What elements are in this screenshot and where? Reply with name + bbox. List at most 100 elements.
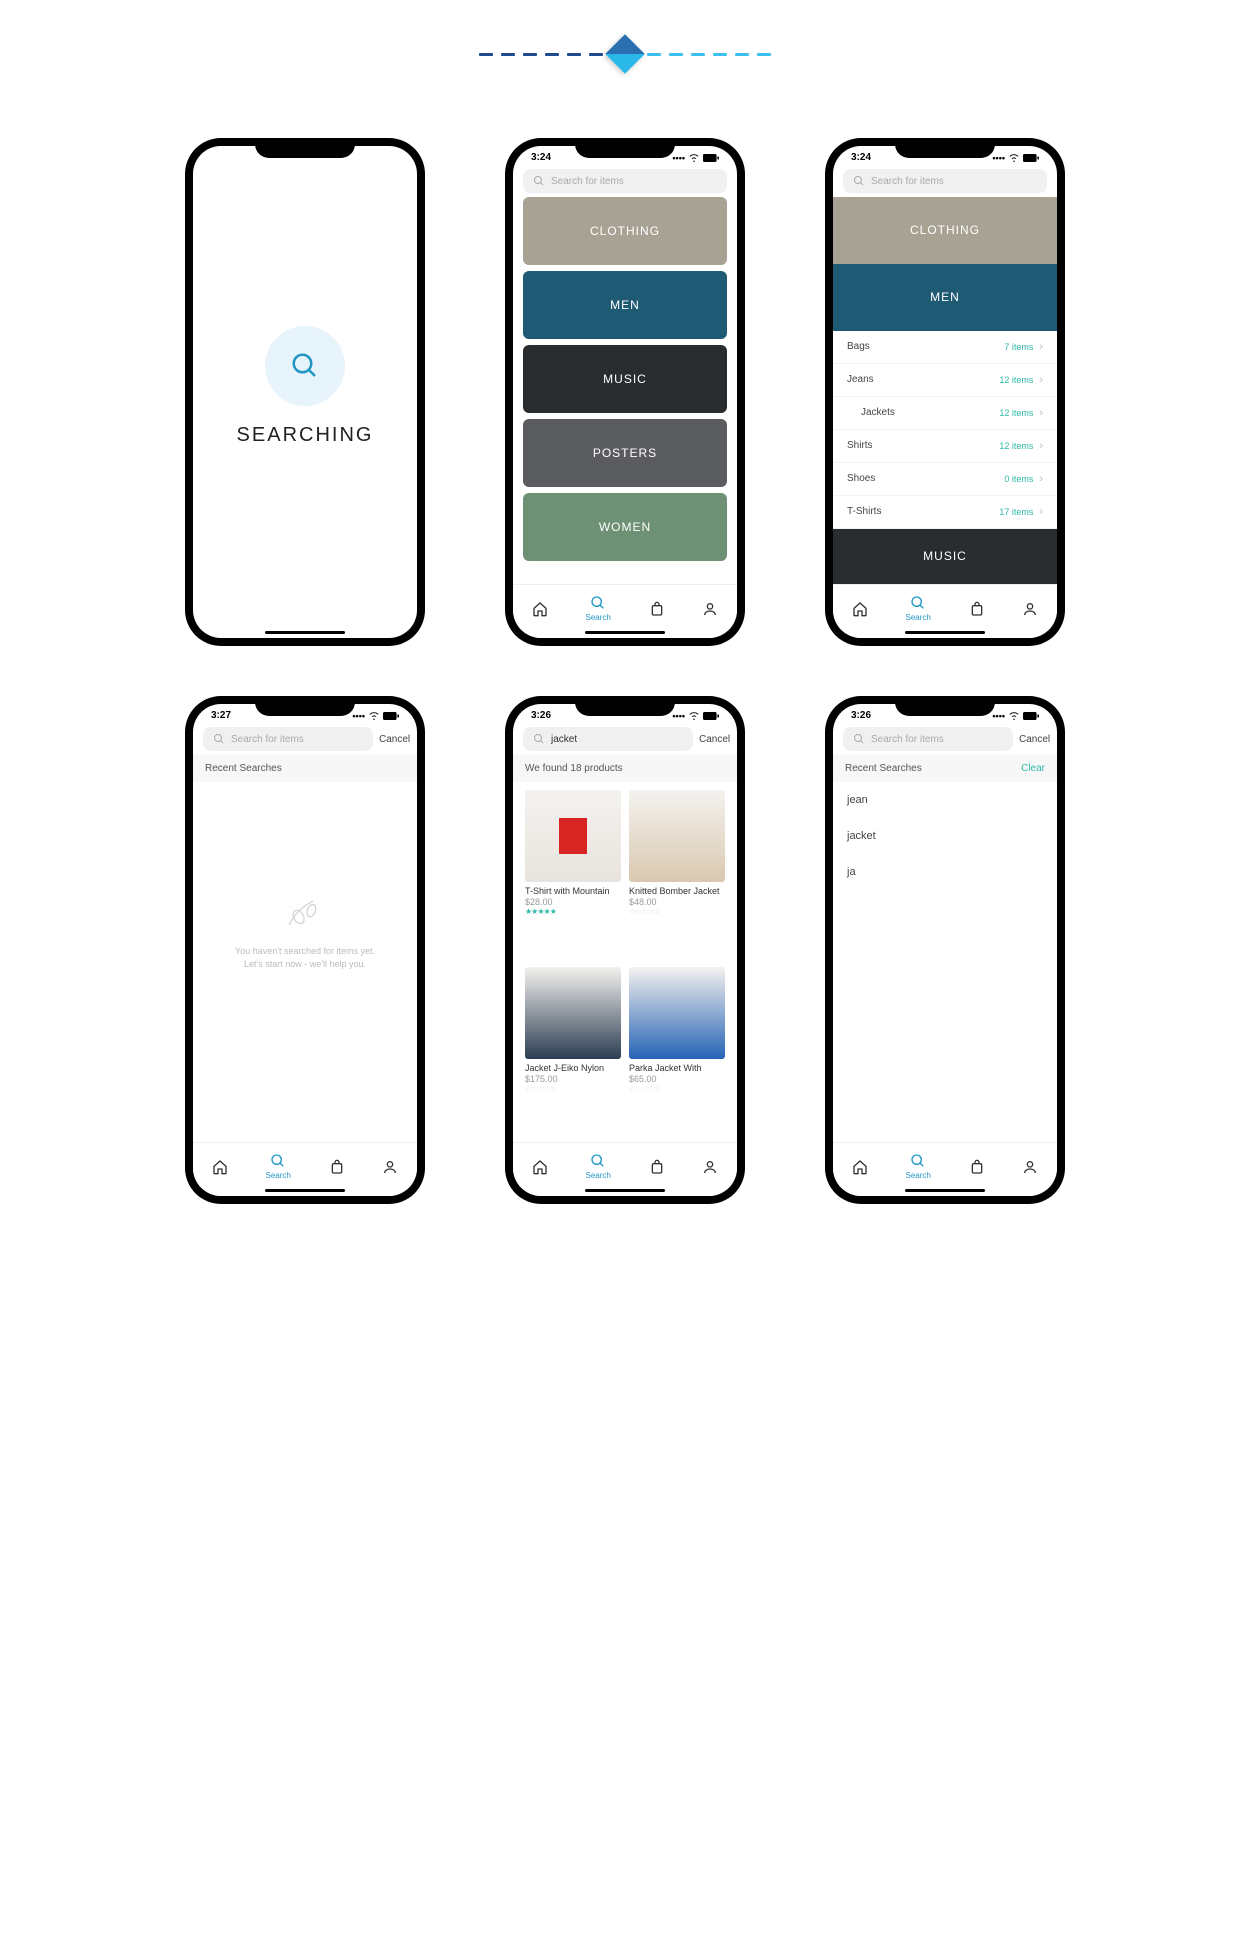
search-icon	[533, 733, 545, 745]
subcat-shoes[interactable]: Shoes0 items›	[833, 463, 1057, 496]
status-icons: ••••	[672, 153, 719, 163]
subcat-jeans[interactable]: Jeans12 items›	[833, 364, 1057, 397]
phone-categories: 3:24 •••• CLOTHINGMENMUSICPOSTERSWOMEN S…	[505, 138, 745, 646]
phone-recent-filled: 3:26 •••• Cancel Recent Searches Clear j…	[825, 696, 1065, 1204]
leaf-icon	[280, 893, 330, 933]
product-card[interactable]: Knitted Bomber Jacket$48.00☆☆☆☆☆	[629, 790, 725, 957]
empty-line1: You haven't searched for items yet.	[235, 945, 375, 958]
category-men[interactable]: MEN	[523, 271, 727, 339]
status-time: 3:26	[531, 710, 551, 721]
search-icon	[910, 1153, 926, 1169]
tab-profile[interactable]	[382, 1159, 398, 1175]
tab-label: Search	[585, 1171, 610, 1180]
home-icon	[852, 601, 868, 617]
search-input[interactable]	[523, 727, 693, 751]
bag-icon	[969, 1159, 985, 1175]
search-field[interactable]	[231, 734, 363, 745]
battery-icon	[703, 712, 719, 720]
status-bar: 3:26 ••••	[833, 704, 1057, 723]
tab-profile[interactable]	[1022, 1159, 1038, 1175]
tab-home[interactable]	[852, 1159, 868, 1175]
subcat-jackets[interactable]: Jackets12 items›	[833, 397, 1057, 430]
recent-title: Recent Searches	[845, 763, 922, 774]
tab-bag[interactable]	[969, 601, 985, 617]
search-hero-icon	[265, 326, 345, 406]
tab-search[interactable]: Search	[585, 1153, 610, 1180]
tab-bag[interactable]	[649, 1159, 665, 1175]
search-input[interactable]	[843, 727, 1013, 751]
user-icon	[382, 1159, 398, 1175]
recent-item[interactable]: jean	[833, 782, 1057, 818]
tab-search[interactable]: Search	[905, 595, 930, 622]
user-icon	[702, 601, 718, 617]
category-music[interactable]: MUSIC	[833, 529, 1057, 584]
wifi-icon	[1008, 711, 1020, 720]
tab-profile[interactable]	[1022, 601, 1038, 617]
product-card[interactable]: Parka Jacket With$65.00☆☆☆☆☆	[629, 967, 725, 1134]
search-field[interactable]	[551, 176, 717, 187]
search-field[interactable]	[871, 734, 1003, 745]
tab-home[interactable]	[212, 1159, 228, 1175]
status-bar: 3:24 ••••	[513, 146, 737, 165]
product-card[interactable]: Jacket J-Eiko Nylon$175.00☆☆☆☆☆	[525, 967, 621, 1134]
tab-search[interactable]: Search	[585, 595, 610, 622]
phone-searching: SEARCHING	[185, 138, 425, 646]
subcat-bags[interactable]: Bags7 items›	[833, 331, 1057, 364]
recent-header: Recent Searches Clear	[833, 755, 1057, 782]
search-icon	[853, 175, 865, 187]
section-divider	[25, 0, 1225, 138]
search-icon	[270, 1153, 286, 1169]
tab-home[interactable]	[852, 601, 868, 617]
search-input[interactable]	[523, 169, 727, 193]
wifi-icon	[1008, 153, 1020, 162]
home-icon	[212, 1159, 228, 1175]
searching-title: SEARCHING	[193, 424, 417, 447]
empty-line2: Let's start now - we'll help you.	[235, 958, 375, 971]
tab-home[interactable]	[532, 601, 548, 617]
tab-search[interactable]: Search	[905, 1153, 930, 1180]
tab-bag[interactable]	[969, 1159, 985, 1175]
tab-profile[interactable]	[702, 1159, 718, 1175]
cancel-button[interactable]: Cancel	[379, 734, 410, 745]
recent-item[interactable]: ja	[833, 854, 1057, 890]
subcat-shirts[interactable]: Shirts12 items›	[833, 430, 1057, 463]
category-music[interactable]: MUSIC	[523, 345, 727, 413]
phone-search-results: 3:26 •••• Cancel We found 18 products T-…	[505, 696, 745, 1204]
category-posters[interactable]: POSTERS	[523, 419, 727, 487]
product-card[interactable]: T-Shirt with Mountain$28.00★★★★★	[525, 790, 621, 957]
home-icon	[532, 601, 548, 617]
status-time: 3:24	[531, 152, 551, 163]
cancel-button[interactable]: Cancel	[699, 734, 730, 745]
search-input[interactable]	[203, 727, 373, 751]
cancel-button[interactable]: Cancel	[1019, 734, 1050, 745]
search-field[interactable]	[871, 176, 1037, 187]
recent-title: Recent Searches	[205, 763, 282, 774]
category-clothing[interactable]: CLOTHING	[833, 197, 1057, 264]
tab-bag[interactable]	[649, 601, 665, 617]
signal-icon: ••••	[992, 153, 1005, 163]
home-icon	[532, 1159, 548, 1175]
category-clothing[interactable]: CLOTHING	[523, 197, 727, 265]
tab-search[interactable]: Search	[265, 1153, 290, 1180]
search-icon	[213, 733, 225, 745]
recent-item[interactable]: jacket	[833, 818, 1057, 854]
status-icons: ••••	[352, 711, 399, 721]
subcat-t-shirts[interactable]: T-Shirts17 items›	[833, 496, 1057, 529]
category-men[interactable]: MEN	[833, 264, 1057, 331]
search-input[interactable]	[843, 169, 1047, 193]
wifi-icon	[688, 153, 700, 162]
tab-label: Search	[905, 613, 930, 622]
search-field[interactable]	[551, 734, 683, 745]
wifi-icon	[688, 711, 700, 720]
user-icon	[1022, 1159, 1038, 1175]
category-women[interactable]: WOMEN	[523, 493, 727, 561]
results-header: We found 18 products	[513, 755, 737, 782]
signal-icon: ••••	[672, 711, 685, 721]
tab-label: Search	[585, 613, 610, 622]
tab-bag[interactable]	[329, 1159, 345, 1175]
signal-icon: ••••	[672, 153, 685, 163]
tab-profile[interactable]	[702, 601, 718, 617]
clear-button[interactable]: Clear	[1021, 763, 1045, 774]
status-icons: ••••	[672, 711, 719, 721]
tab-home[interactable]	[532, 1159, 548, 1175]
